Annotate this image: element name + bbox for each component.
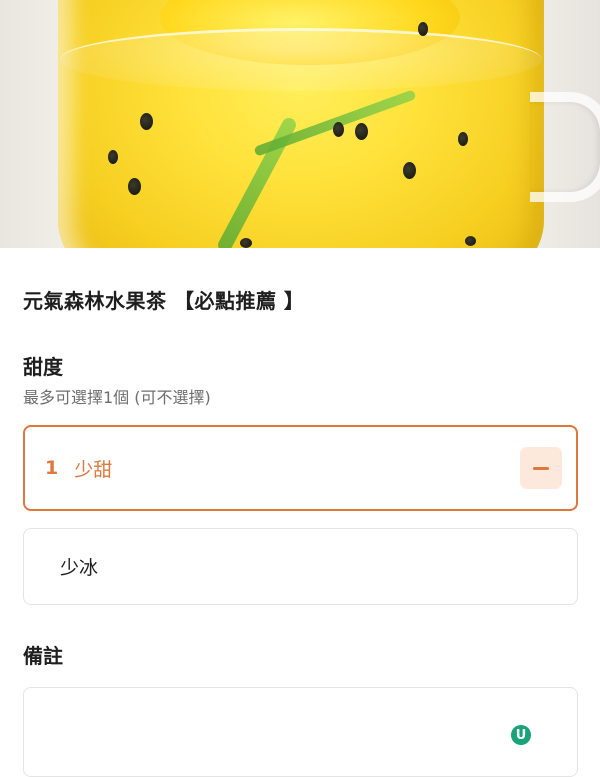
option-label: 少甜 <box>74 458 113 481</box>
glass-rim <box>60 28 542 91</box>
glass-handle <box>530 92 600 202</box>
passion-fruit-seed <box>355 123 368 140</box>
brand-logo-icon: U <box>511 725 531 745</box>
option-quantity: 1 <box>45 457 59 479</box>
option-row[interactable]: 少冰 <box>23 528 578 605</box>
passion-fruit-seed <box>240 238 252 248</box>
sweetness-section-hint: 最多可選擇1個 (可不選擇) <box>23 388 211 407</box>
notes-input[interactable] <box>23 687 578 777</box>
passion-fruit-seed <box>108 150 118 164</box>
passion-fruit-seed <box>458 132 468 146</box>
item-title: 元氣森林水果茶 【必點推薦 】 <box>23 289 305 313</box>
product-image <box>0 0 600 248</box>
option-label: 少冰 <box>60 557 99 579</box>
passion-fruit-seed <box>140 113 153 130</box>
passion-fruit-seed <box>418 22 428 36</box>
passion-fruit-seed <box>128 178 141 195</box>
passion-fruit-seed <box>465 236 476 246</box>
option-row-selected[interactable]: 1 少甜 <box>23 425 578 511</box>
notes-section-title: 備註 <box>23 644 63 668</box>
passion-fruit-seed <box>333 122 344 137</box>
minus-icon <box>533 466 549 470</box>
decrement-button[interactable] <box>520 447 562 489</box>
passion-fruit-seed <box>403 162 416 179</box>
sweetness-section-title: 甜度 <box>23 355 63 379</box>
